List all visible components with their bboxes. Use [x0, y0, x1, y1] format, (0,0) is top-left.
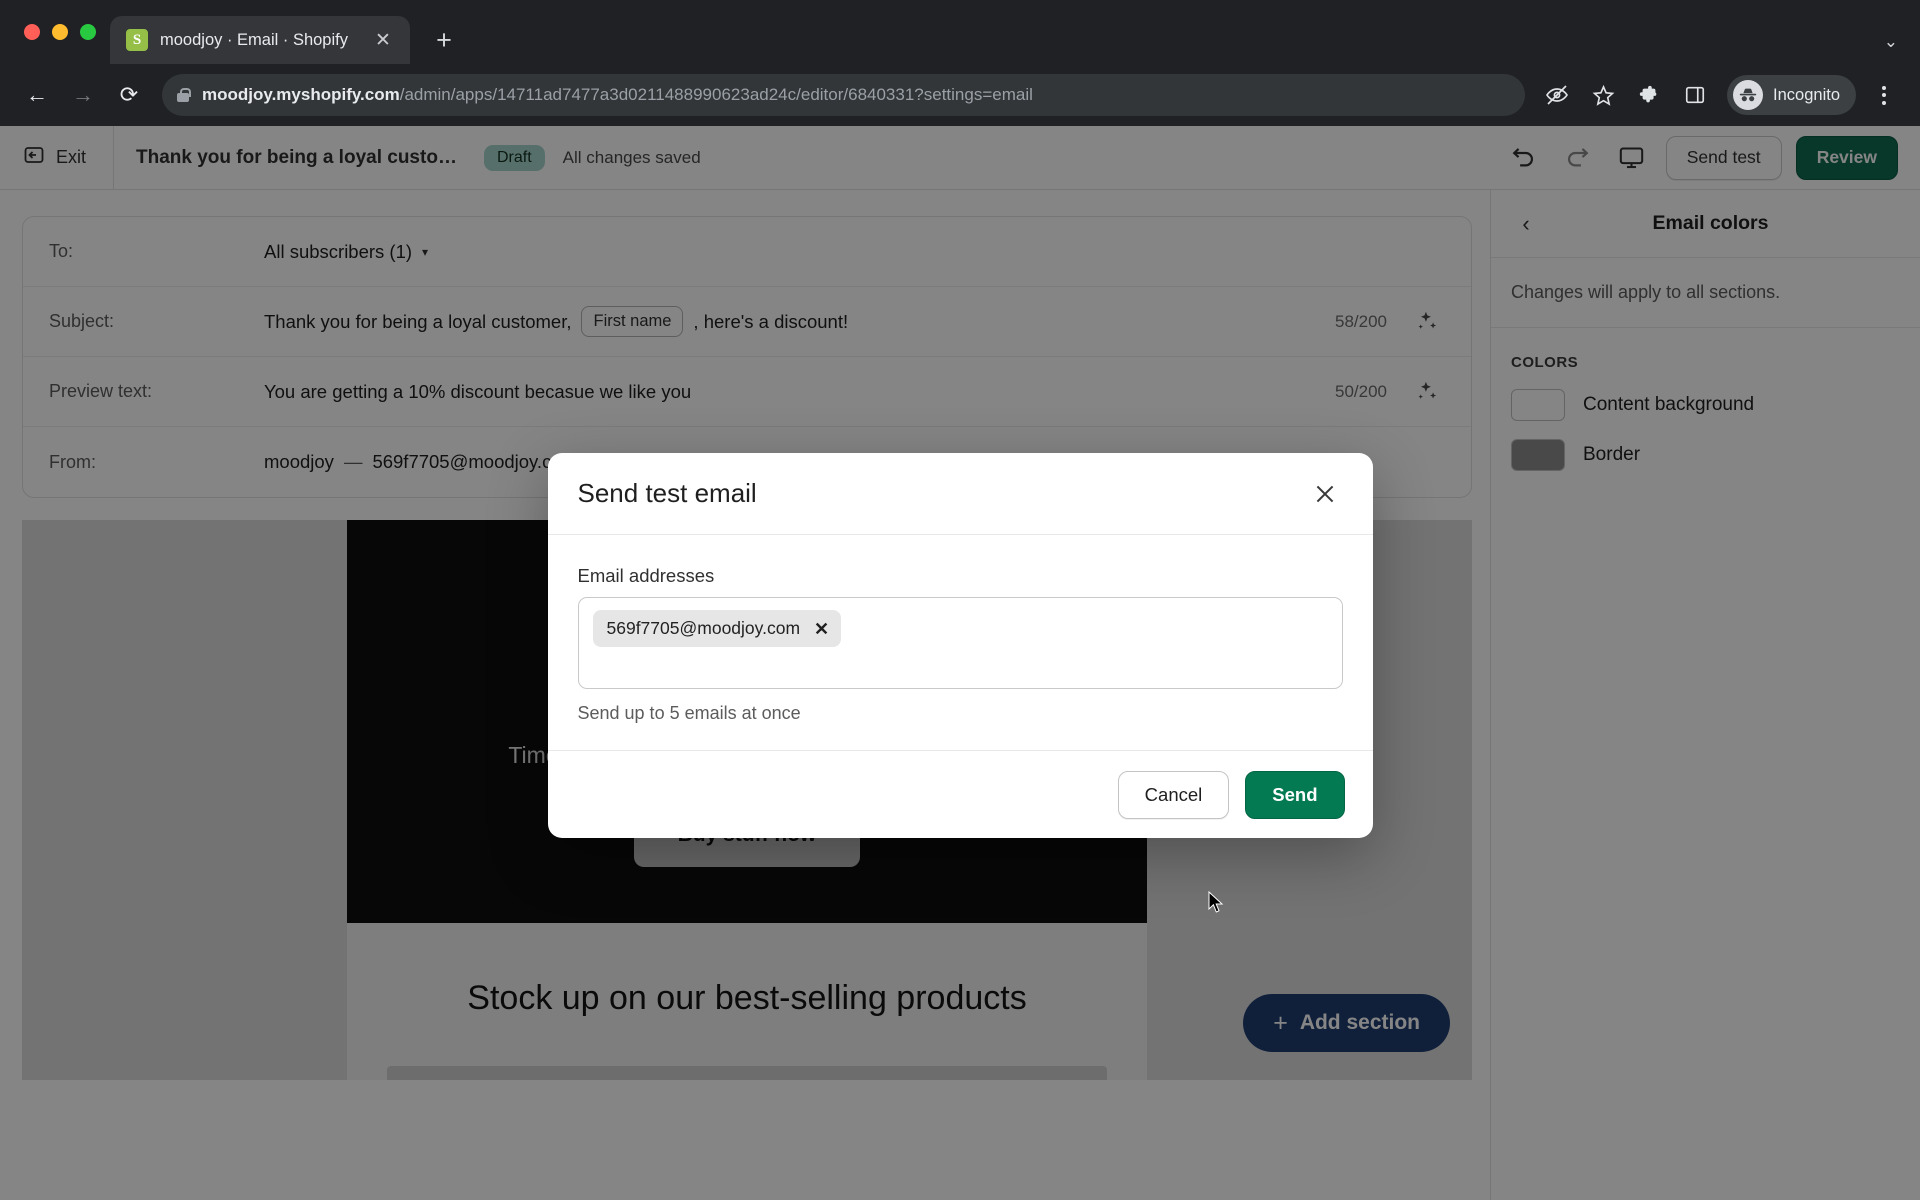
url-text: moodjoy.myshopify.com/admin/apps/14711ad… [202, 85, 1033, 105]
profile-incognito-button[interactable]: Incognito [1727, 75, 1856, 115]
tab-title: moodjoy · Email · Shopify [160, 30, 348, 49]
modal-title: Send test email [577, 478, 757, 508]
address-bar[interactable]: moodjoy.myshopify.com/admin/apps/14711ad… [162, 74, 1526, 116]
lock-icon [176, 87, 191, 103]
help-text: Send up to 5 emails at once [577, 703, 801, 723]
modal-footer: Cancel Send [547, 750, 1373, 838]
browser-window: S moodjoy · Email · Shopify ✕ + ⌄ ← → ⟳ … [0, 0, 1920, 1200]
close-x-icon[interactable]: ✕ [814, 620, 829, 638]
incognito-avatar-icon [1733, 80, 1764, 110]
url-path: /admin/apps/14711ad7477a3d0211488990623a… [399, 85, 1033, 104]
close-icon[interactable] [1305, 474, 1345, 514]
send-button[interactable]: Send [1245, 770, 1345, 819]
cancel-button[interactable]: Cancel [1117, 770, 1230, 819]
omnibox-toolbar: ← → ⟳ moodjoy.myshopify.com/admin/apps/1… [0, 64, 1920, 126]
maximize-window-button[interactable] [80, 24, 96, 40]
app-viewport: Exit Thank you for being a loyal custom.… [0, 126, 1920, 1200]
email-addresses-label: Email addresses [577, 565, 715, 586]
profile-label: Incognito [1773, 85, 1840, 104]
chevron-down-icon[interactable]: ⌄ [1884, 32, 1898, 52]
reload-icon[interactable]: ⟳ [108, 74, 150, 116]
omnibox-actions: Incognito [1537, 75, 1904, 115]
modal-body: Email addresses 569f7705@moodjoy.com ✕ S… [548, 535, 1373, 750]
extensions-puzzle-icon[interactable] [1629, 75, 1669, 115]
shopify-bag-icon: S [126, 29, 148, 51]
email-addresses-input[interactable]: 569f7705@moodjoy.com ✕ [577, 597, 1343, 689]
arrow-right-icon[interactable]: → [62, 74, 104, 116]
modal-header: Send test email [547, 453, 1373, 535]
browser-tab[interactable]: S moodjoy · Email · Shopify ✕ [110, 16, 410, 64]
arrow-left-icon[interactable]: ← [16, 74, 58, 116]
star-icon[interactable] [1583, 75, 1623, 115]
side-panel-icon[interactable] [1675, 75, 1715, 115]
eye-slash-icon[interactable] [1537, 75, 1577, 115]
minimize-window-button[interactable] [52, 24, 68, 40]
kebab-menu-icon[interactable] [1864, 75, 1904, 115]
close-icon[interactable]: ✕ [370, 27, 396, 53]
send-test-email-modal: Send test email Email addresses 569f7705… [547, 453, 1373, 838]
tab-strip: S moodjoy · Email · Shopify ✕ + ⌄ [0, 0, 1920, 64]
close-window-button[interactable] [24, 24, 40, 40]
mouse-cursor [1208, 890, 1224, 920]
plus-icon[interactable]: + [424, 20, 464, 60]
send-test-email-modal-layer: Send test email Email addresses 569f7705… [0, 126, 1920, 1200]
url-host: moodjoy.myshopify.com [202, 85, 400, 104]
email-tag[interactable]: 569f7705@moodjoy.com ✕ [592, 610, 842, 647]
email-tag-label: 569f7705@moodjoy.com [606, 618, 801, 638]
window-traffic-lights [18, 0, 110, 64]
